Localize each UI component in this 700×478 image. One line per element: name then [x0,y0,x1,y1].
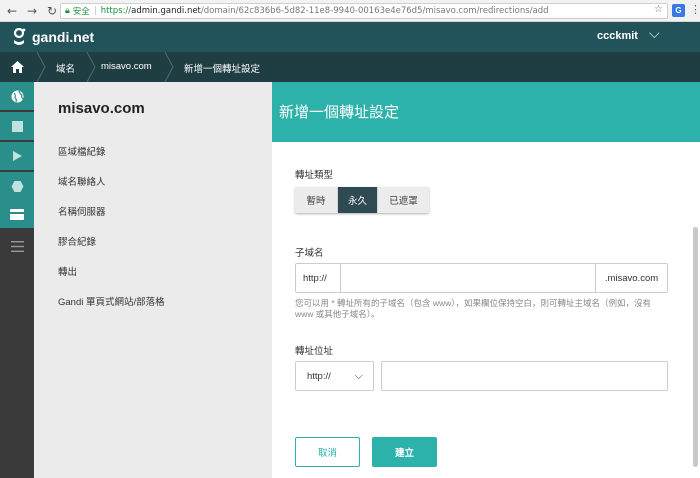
sidebar-item-zone-records[interactable]: 區域檔紀錄 [58,144,106,158]
sidebar-item-website[interactable]: Gandi 單頁式網站/部落格 [58,294,165,308]
card-icon[interactable] [0,200,34,228]
target-url-input[interactable] [381,361,668,391]
panel-header: 新增一個轉址設定 [272,82,700,142]
subdomain-help-text: 您可以用 * 轉址所有的子域名（包含 www），如果欄位保持空白，則可轉址主域名… [295,298,652,319]
subdomain-input[interactable] [341,264,595,292]
chevron-down-icon: ⌵ [354,369,363,382]
chevron-down-icon[interactable]: ⌵ [649,26,660,42]
logo-text: gandi.net [32,29,95,45]
breadcrumb-domain[interactable]: misavo.com [101,61,152,72]
username[interactable]: ccckmit [597,30,638,42]
extension-icon[interactable]: G [672,4,685,17]
address-separator: | [93,6,97,16]
protocol-value: http:// [307,370,331,382]
target-address-label: 轉址位址 [295,346,334,357]
breadcrumb-separator [86,52,96,82]
url-scheme: https:// [100,6,132,16]
bookmark-star-icon[interactable]: ☆ [654,4,663,15]
sidebar-item-transfer-out[interactable]: 轉出 [58,264,77,278]
secure-label: 安全 [72,7,90,17]
breadcrumb-separator [36,52,46,82]
type-option-temporary[interactable]: 暫時 [295,187,338,213]
scrollbar[interactable] [693,227,698,467]
server-icon[interactable] [0,112,34,140]
reload-icon[interactable]: ↻ [44,3,60,19]
app-header: gandi.net ccckmit ⌵ [0,22,700,52]
create-button[interactable]: 建立 [372,437,437,467]
hexagon-icon[interactable] [0,172,34,200]
subdomain-suffix: .misavo.com [595,264,667,292]
subdomain-field: http:// .misavo.com [295,263,668,293]
icon-rail [0,82,34,478]
address-bar[interactable]: 🔒︎ 安全 | https:// admin.gandi.net /domain… [60,3,668,19]
domain-sidebar: misavo.com 區域檔紀錄 域名聯絡人 名稱伺服器 膠合紀錄 轉出 Gan… [34,82,272,478]
redirection-form-panel: ，如轉址列出，使用該數量的轉址方式，您可以參考小事情資訊 新增一個轉址設定 轉址… [272,82,700,478]
domain-title: misavo.com [58,100,145,117]
hamburger-menu-icon[interactable] [0,232,34,260]
browser-toolbar: ← → ↻ 🔒︎ 安全 | https:// admin.gandi.net /… [0,0,700,22]
play-icon[interactable] [0,142,34,170]
protocol-select[interactable]: http:// ⌵ [295,361,374,391]
forward-icon[interactable]: → [24,3,40,19]
redirect-type-selector: 暫時 永久 已遮罩 [295,187,429,213]
type-option-masked[interactable]: 已遮罩 [378,187,429,213]
url-host: admin.gandi.net [131,6,201,16]
back-icon[interactable]: ← [4,3,20,19]
cancel-button[interactable]: 取消 [295,437,360,467]
type-option-permanent[interactable]: 永久 [338,187,378,213]
browser-menu-icon[interactable]: ⋮ [690,3,700,16]
gandi-logo-icon [13,28,26,45]
redirect-type-label: 轉址類型 [295,170,334,181]
lock-icon: 🔒︎ [65,6,70,16]
gandi-logo[interactable]: gandi.net [12,28,94,46]
subdomain-prefix: http:// [296,264,341,292]
breadcrumb-current: 新增一個轉址設定 [184,64,261,75]
sidebar-item-glue-records[interactable]: 膠合紀錄 [58,234,96,248]
subdomain-label: 子域名 [295,248,324,259]
breadcrumb-separator [164,52,174,82]
panel-title: 新增一個轉址設定 [279,104,400,121]
globe-icon[interactable] [0,82,34,110]
sidebar-item-nameservers[interactable]: 名稱伺服器 [58,204,106,218]
breadcrumb: 域名 misavo.com 新增一個轉址設定 [0,52,700,82]
breadcrumb-domains[interactable]: 域名 [56,61,75,75]
home-icon[interactable] [0,52,34,82]
url-path: /domain/62c836b6-5d82-11e8-9940-00163e4e… [200,6,549,16]
sidebar-item-contacts[interactable]: 域名聯絡人 [58,174,106,188]
